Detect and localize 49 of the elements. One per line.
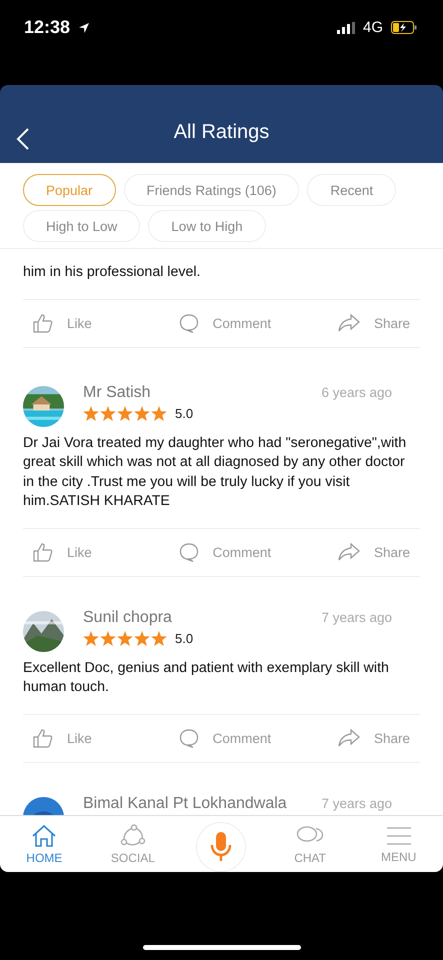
thumbs-up-icon [33, 542, 53, 562]
review-text: Dr Jai Vora treated my daughter who had "seronegative",with great skill which was not at all diagnosed by any other doctor in the city .Trust me you will be truly lucky if you visit him.SATISH KHARATE [23, 434, 408, 511]
battery-charging-icon [391, 21, 417, 34]
signal-icon [336, 22, 355, 34]
reviewer-name: Bimal Kanal Pt Lokhandwala [83, 794, 287, 812]
review-time: 7 years ago [321, 796, 392, 810]
review-text: Excellent Doc, genius and patient with exemplary skill with human touch. [23, 658, 390, 697]
action-button[interactable]: Share [338, 542, 410, 562]
filter-chip[interactable]: Recent [307, 174, 396, 206]
rating-value: 5.0 [175, 630, 194, 646]
action-button[interactable]: Share [338, 728, 410, 748]
network-nodes-icon [120, 824, 146, 848]
filter-chip[interactable]: Friends Ratings (106) [124, 174, 300, 206]
nav-tab[interactable]: SOCIAL [102, 824, 163, 864]
back-icon[interactable] [16, 127, 30, 151]
action-button[interactable]: Comment [178, 313, 272, 333]
nav-tab[interactable]: MENU [368, 824, 429, 864]
status-time: 12:38 [24, 17, 70, 38]
review-time: 7 years ago [321, 610, 392, 624]
page-title: All Ratings [174, 120, 270, 144]
action-button[interactable]: Share [338, 313, 410, 333]
location-arrow-icon [78, 22, 90, 34]
speech-bubble-icon [178, 542, 199, 562]
network-label: 4G [362, 19, 383, 36]
thumbs-up-icon [33, 728, 53, 748]
rating-value: 5.0 [175, 406, 194, 420]
filter-chip[interactable]: Low to High [148, 210, 266, 242]
share-arrow-icon [338, 313, 360, 333]
nav-tab[interactable]: CHAT [280, 824, 340, 864]
thumbs-up-icon [33, 313, 53, 333]
nav-tab[interactable]: HOME [14, 824, 74, 864]
filter-chip[interactable]: High to Low [23, 210, 140, 242]
share-arrow-icon [338, 728, 360, 748]
reviewer-name: Mr Satish [83, 384, 151, 402]
review-text: him in his professional level. [23, 263, 202, 282]
action-button[interactable]: Comment [178, 728, 272, 748]
speech-bubble-icon [178, 313, 199, 333]
share-arrow-icon [338, 542, 360, 562]
microphone-icon [210, 832, 232, 862]
action-button[interactable]: Like [33, 313, 92, 333]
house-icon [31, 824, 58, 848]
speech-bubble-icon [178, 728, 199, 748]
action-button[interactable]: Like [33, 542, 92, 562]
filter-chip[interactable]: Popular [23, 174, 116, 206]
review-time: 6 years ago [321, 384, 392, 400]
action-button[interactable]: Comment [178, 542, 272, 562]
reviewer-name: Sunil chopra [83, 608, 172, 626]
menu-icon [386, 824, 412, 846]
action-button[interactable]: Like [33, 728, 92, 748]
